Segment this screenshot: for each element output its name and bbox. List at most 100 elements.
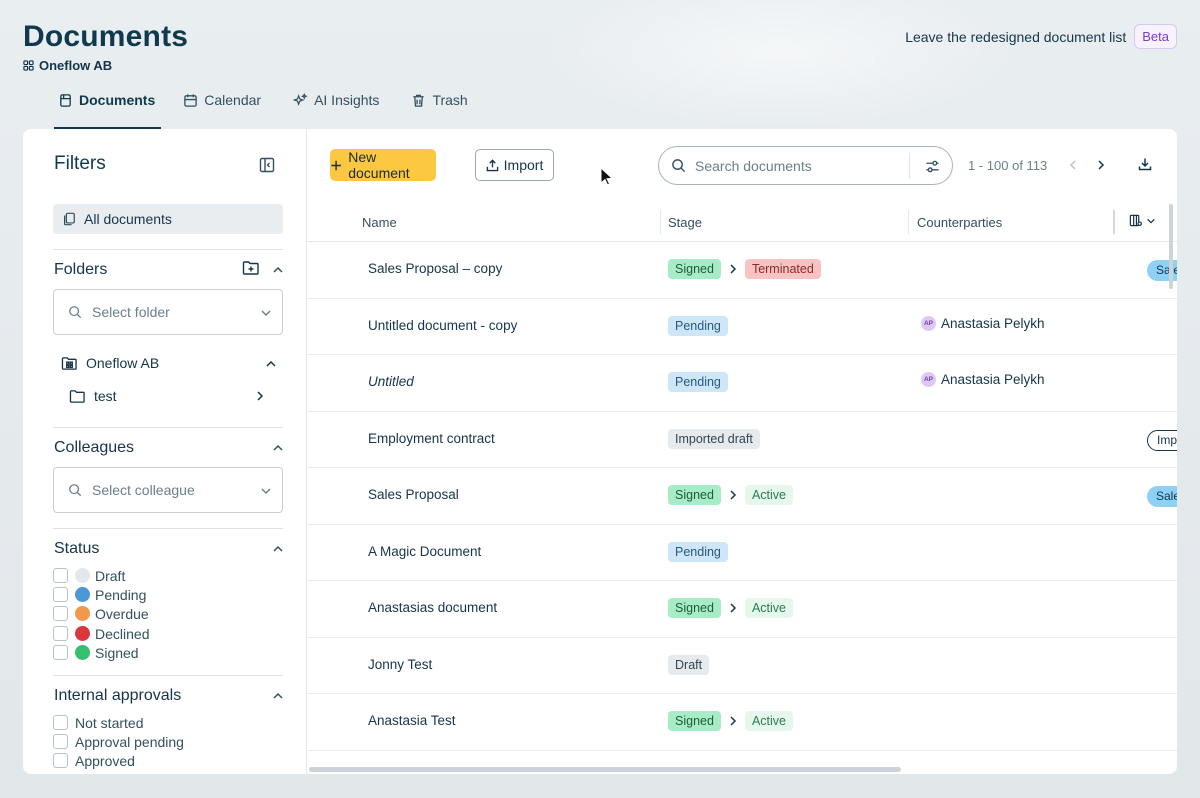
horizontal-scrollbar[interactable] xyxy=(309,767,901,772)
import-button[interactable]: Import xyxy=(475,149,554,181)
stage-cell: Pending xyxy=(668,541,728,562)
approval-pending[interactable]: Approval pending xyxy=(53,733,184,750)
document-name[interactable]: Sales Proposal – copy xyxy=(368,261,502,276)
search-separator xyxy=(909,153,910,179)
checkbox[interactable] xyxy=(53,753,68,768)
table-row[interactable]: Untitled Pending AP Anastasia Pelykh xyxy=(307,355,1177,412)
table-row[interactable]: Employment contract Imported draft Imp xyxy=(307,412,1177,468)
status-declined[interactable]: Declined xyxy=(53,625,149,642)
document-name[interactable]: Untitled xyxy=(368,374,414,389)
table-row[interactable]: A Magic Document Pending xyxy=(307,525,1177,581)
all-documents-button[interactable]: All documents xyxy=(53,204,283,234)
document-name[interactable]: Jonny Test xyxy=(368,657,432,672)
stage-pill-signed: Signed xyxy=(668,485,721,505)
documents-icon xyxy=(60,94,71,107)
stage-pill-imported-draft: Imported draft xyxy=(668,428,760,449)
search-input[interactable] xyxy=(695,157,895,174)
counterparty-name: Anastasia Pelykh xyxy=(941,315,1045,331)
status-label: Overdue xyxy=(95,605,149,622)
tab-calendar[interactable]: Calendar xyxy=(179,88,271,129)
column-separator[interactable] xyxy=(908,210,909,234)
tab-documents[interactable]: Documents xyxy=(54,88,162,129)
checkbox[interactable] xyxy=(53,626,68,641)
avatar: AP xyxy=(921,315,936,331)
page-title: Documents xyxy=(23,20,189,53)
checkbox[interactable] xyxy=(53,606,68,621)
table-header: Name Stage Counterparties xyxy=(307,202,1177,242)
status-overdue[interactable]: Overdue xyxy=(53,605,149,622)
column-selector[interactable] xyxy=(1129,214,1156,227)
approval-label: Approved xyxy=(75,752,135,769)
table-row[interactable]: Jonny Test Draft xyxy=(307,638,1177,694)
redesign-toggle[interactable]: Leave the redesigned document list Beta xyxy=(905,24,1177,49)
redesign-link[interactable]: Leave the redesigned document list xyxy=(905,29,1126,45)
folder-root-oneflow[interactable]: Oneflow AB xyxy=(61,355,159,371)
chevron-up-icon[interactable] xyxy=(272,442,284,454)
document-name[interactable]: Anastasia Test xyxy=(368,713,456,728)
document-name[interactable]: A Magic Document xyxy=(368,544,481,559)
tab-trash[interactable]: Trash xyxy=(407,88,477,129)
colleague-select[interactable]: Select colleague xyxy=(53,467,283,513)
table-row[interactable]: Anastasia Test Signed Active xyxy=(307,694,1177,751)
stage-pill-terminated: Terminated xyxy=(744,259,821,279)
chevron-left-icon[interactable] xyxy=(1067,159,1079,171)
collapse-sidebar-icon[interactable] xyxy=(259,157,275,173)
chevron-down-icon xyxy=(1147,218,1155,224)
column-counterparties[interactable]: Counterparties xyxy=(917,215,1002,230)
stage-pill-signed: Signed xyxy=(668,598,721,618)
divider xyxy=(53,528,283,529)
column-separator[interactable] xyxy=(1113,210,1115,234)
folder-select[interactable]: Select folder xyxy=(53,289,283,335)
vertical-scrollbar[interactable] xyxy=(1169,204,1173,289)
chevron-down-icon xyxy=(261,488,271,495)
filters-title: Filters xyxy=(54,153,106,174)
folder-test[interactable]: test xyxy=(69,388,117,404)
chevron-up-icon[interactable] xyxy=(272,264,284,276)
status-draft[interactable]: Draft xyxy=(53,567,125,584)
table-row[interactable]: Sales Proposal – copy Signed Terminated … xyxy=(307,242,1177,299)
upload-icon xyxy=(486,158,498,171)
download-icon[interactable] xyxy=(1138,157,1152,171)
folder-test-label: test xyxy=(94,388,117,404)
chevron-up-icon[interactable] xyxy=(265,358,277,370)
status-pending[interactable]: Pending xyxy=(53,586,146,603)
stage-cell: Signed Terminated xyxy=(668,259,821,279)
chevron-right-icon[interactable] xyxy=(254,390,266,402)
column-name[interactable]: Name xyxy=(362,215,397,230)
tag-badge: Sale xyxy=(1147,486,1177,507)
new-document-button[interactable]: New document xyxy=(330,149,436,181)
stage-cell: Draft xyxy=(668,654,710,675)
table-row[interactable]: Untitled document - copy Pending AP Anas… xyxy=(307,299,1177,355)
search-box[interactable] xyxy=(658,146,953,185)
filter-settings-icon[interactable] xyxy=(925,159,940,174)
stage-cell: Signed Active xyxy=(668,711,793,731)
approval-not-started[interactable]: Not started xyxy=(53,714,143,731)
document-name[interactable]: Anastasias document xyxy=(368,600,497,615)
internal-approvals-title: Internal approvals xyxy=(54,687,182,704)
document-name[interactable]: Employment contract xyxy=(368,431,495,446)
checkbox[interactable] xyxy=(53,587,68,602)
document-name[interactable]: Sales Proposal xyxy=(368,487,459,502)
add-folder-icon[interactable] xyxy=(242,260,260,276)
approval-approved[interactable]: Approved xyxy=(53,752,135,769)
checkbox[interactable] xyxy=(53,734,68,749)
table-row[interactable]: Sales Proposal Signed Active Sale xyxy=(307,468,1177,525)
plus-icon xyxy=(331,160,341,170)
column-stage[interactable]: Stage xyxy=(668,215,702,230)
column-separator[interactable] xyxy=(660,210,661,234)
table-row[interactable]: Anastasias document Signed Active xyxy=(307,581,1177,638)
tab-label: Documents xyxy=(79,92,156,108)
checkbox[interactable] xyxy=(53,645,68,660)
chevron-up-icon[interactable] xyxy=(272,543,284,555)
tab-ai-insights[interactable]: AI Insights xyxy=(289,88,389,129)
header-background xyxy=(540,0,1020,130)
status-signed[interactable]: Signed xyxy=(53,644,139,661)
checkbox[interactable] xyxy=(53,568,68,583)
copy-icon xyxy=(64,212,75,226)
status-title: Status xyxy=(54,540,100,557)
search-icon xyxy=(69,306,82,319)
chevron-up-icon[interactable] xyxy=(272,690,284,702)
checkbox[interactable] xyxy=(53,715,68,730)
document-name[interactable]: Untitled document - copy xyxy=(368,318,517,333)
chevron-right-icon[interactable] xyxy=(1095,159,1107,171)
